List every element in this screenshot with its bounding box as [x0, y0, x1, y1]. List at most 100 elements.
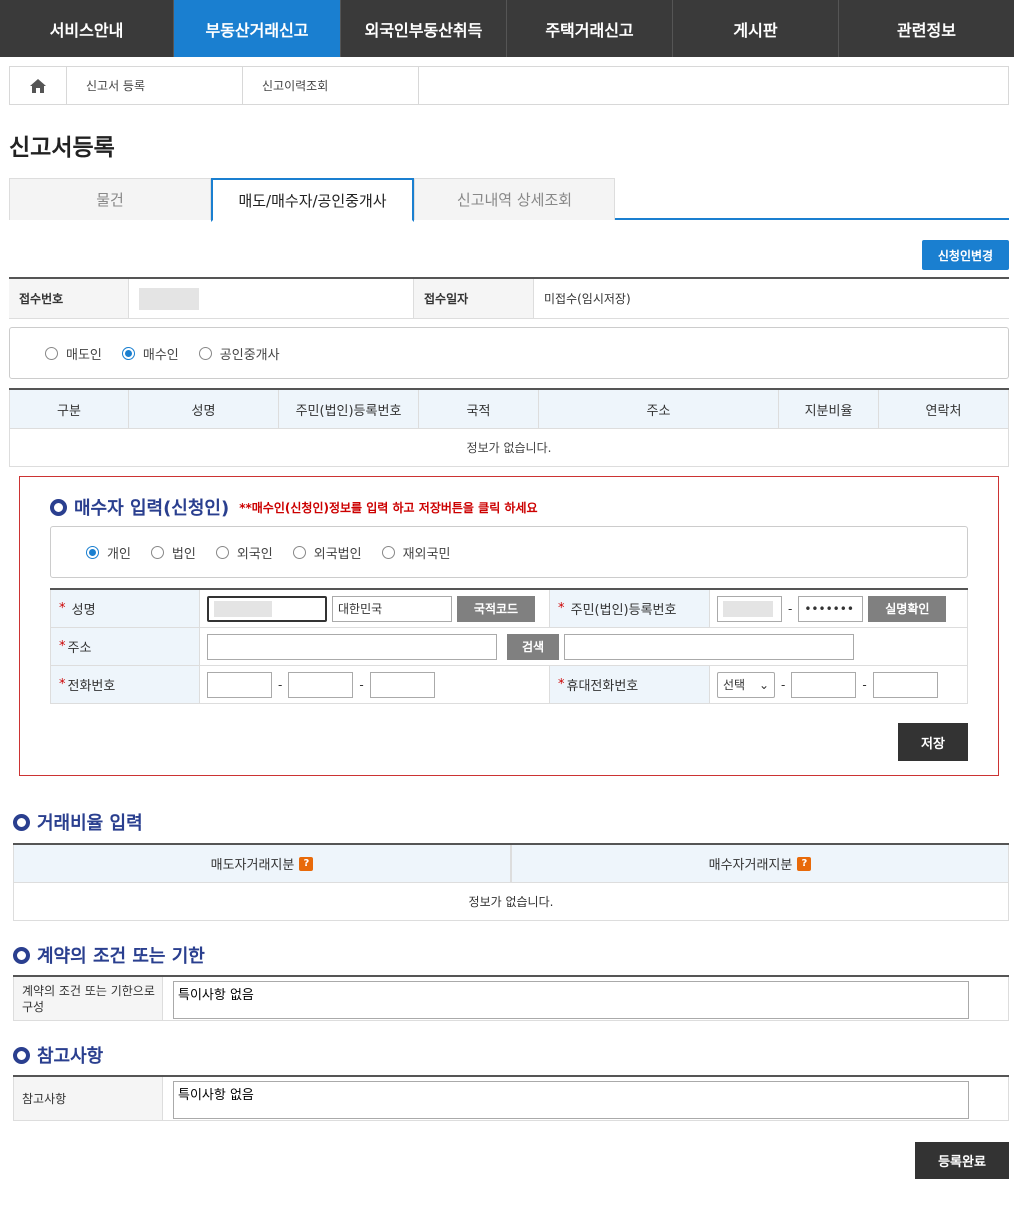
phone-part2-input[interactable] — [288, 671, 354, 698]
radio-selected-icon[interactable] — [121, 346, 135, 360]
circle-bullet-icon — [13, 1046, 30, 1064]
nav-item-realestate-report[interactable]: 부동산거래신고 — [174, 0, 341, 57]
role-buyer[interactable]: 매수인 — [121, 344, 179, 363]
buyer-share-header: 매수자거래지분? — [511, 845, 1009, 882]
nav-item-related[interactable]: 관련정보 — [839, 0, 1014, 57]
address-search-button[interactable]: 검색 — [507, 633, 559, 660]
notes-textarea[interactable]: 특이사항 없음 — [173, 1081, 969, 1119]
empty-message: 정보가 없습니다. — [13, 883, 1009, 921]
breadcrumb: 신고서 등록 신고이력조회 — [9, 66, 1009, 105]
nationality-code-button[interactable]: 국적코드 — [457, 595, 535, 622]
notes-section-title: 참고사항 — [13, 1042, 103, 1068]
circle-bullet-icon — [13, 946, 30, 964]
receipt-number-value — [129, 279, 414, 318]
person-type-corporation[interactable]: 법인 — [150, 543, 196, 562]
radio-selected-icon[interactable] — [86, 545, 99, 559]
empty-message: 정보가 없습니다. — [9, 429, 1009, 467]
circle-bullet-icon — [13, 813, 30, 831]
party-table: 구분 성명 주민(법인)등록번호 국적 주소 지분비율 연락처 정보가 없습니다… — [9, 388, 1009, 467]
address-detail-input[interactable] — [564, 633, 854, 660]
radio-icon[interactable] — [215, 545, 229, 559]
mobile-cell: 선택 ⌄ - - — [710, 666, 968, 703]
tab-property[interactable]: 물건 — [9, 178, 211, 220]
terms-section-title: 계약의 조건 또는 기한 — [13, 942, 205, 968]
radio-icon[interactable] — [381, 545, 395, 559]
nationality-input[interactable]: 대한민국 — [332, 595, 452, 622]
person-type-label: 재외국민 — [402, 546, 451, 562]
breadcrumb-item-history[interactable]: 신고이력조회 — [243, 67, 419, 104]
address-input[interactable] — [207, 633, 497, 660]
col-header: 지분비율 — [779, 390, 879, 428]
person-type-label: 외국인 — [236, 546, 273, 562]
verify-name-button[interactable]: 실명확인 — [868, 595, 947, 622]
tab-parties[interactable]: 매도/매수자/공인중개사 — [211, 178, 414, 222]
col-header: 주민(법인)등록번호 — [279, 390, 419, 428]
receipt-date-value: 미접수(임시저장) — [544, 292, 631, 306]
notes-row: 참고사항 특이사항 없음 — [13, 1075, 1009, 1121]
person-type-foreign-corp[interactable]: 외국법인 — [292, 543, 362, 562]
person-type-label: 법인 — [171, 546, 196, 562]
mobile-prefix-select[interactable]: 선택 ⌄ — [717, 671, 775, 698]
phone-part3-input[interactable] — [369, 671, 435, 698]
save-button[interactable]: 저장 — [898, 723, 968, 761]
nav-item-service[interactable]: 서비스안내 — [0, 0, 174, 57]
dash: - — [862, 677, 867, 692]
buyer-form: * 성명 대한민국 국적코드 * 주민(법인)등록번호 - ••••••• 실명… — [50, 588, 968, 704]
col-header: 국적 — [419, 390, 539, 428]
nav-item-board[interactable]: 게시판 — [673, 0, 839, 57]
notes-label: 참고사항 — [13, 1077, 163, 1120]
home-icon[interactable] — [10, 67, 67, 104]
submit-button[interactable]: 등록완료 — [915, 1142, 1009, 1179]
radio-icon[interactable] — [150, 545, 164, 559]
receipt-number-label: 접수번호 — [9, 279, 129, 318]
phone-cell: - - — [200, 666, 550, 703]
rrn-label: * 주민(법인)등록번호 — [550, 590, 710, 627]
radio-icon[interactable] — [45, 346, 58, 360]
role-broker[interactable]: 공인중개사 — [198, 344, 280, 363]
nav-item-foreigner[interactable]: 외국인부동산취득 — [341, 0, 507, 57]
col-header: 성명 — [129, 390, 279, 428]
help-icon[interactable]: ? — [299, 856, 314, 871]
rrn-front-input[interactable] — [717, 595, 782, 622]
chevron-down-icon: ⌄ — [758, 677, 769, 692]
help-icon[interactable]: ? — [797, 856, 812, 871]
buyer-hint: **매수인(신청인)정보를 입력 하고 저장버튼을 클릭 하세요 — [239, 500, 538, 515]
person-type-selector: 개인 법인 외국인 외국법인 재외국민 — [50, 526, 968, 578]
role-broker-label: 공인중개사 — [219, 347, 280, 363]
person-type-label: 개인 — [107, 546, 131, 562]
address-cell: 검색 — [200, 628, 968, 665]
rrn-cell: - ••••••• 실명확인 — [710, 590, 968, 627]
dash: - — [278, 677, 283, 692]
change-applicant-button[interactable]: 신청인변경 — [922, 240, 1009, 270]
role-seller[interactable]: 매도인 — [45, 344, 102, 363]
person-type-individual[interactable]: 개인 — [86, 543, 131, 562]
phone-part1-input[interactable] — [207, 671, 272, 698]
buyer-section-title: 매수자 입력(신청인) **매수인(신청인)정보를 입력 하고 저장버튼을 클릭… — [50, 494, 538, 520]
terms-textarea[interactable]: 특이사항 없음 — [173, 981, 969, 1019]
person-type-overseas-korean[interactable]: 재외국민 — [381, 543, 451, 562]
address-label: * 주소 — [50, 628, 200, 665]
terms-label: 계약의 조건 또는 기한으로 구성 — [13, 977, 163, 1020]
person-type-foreigner[interactable]: 외국인 — [215, 543, 273, 562]
name-cell: 대한민국 국적코드 — [200, 590, 550, 627]
rrn-back-input[interactable]: ••••••• — [798, 595, 864, 622]
name-label: * 성명 — [50, 590, 200, 627]
ratio-table: 매도자거래지분? 매수자거래지분? 정보가 없습니다. — [13, 843, 1009, 921]
seller-share-header: 매도자거래지분? — [13, 845, 511, 882]
tab-bar: 물건 매도/매수자/공인중개사 신고내역 상세조회 — [9, 178, 1009, 222]
terms-row: 계약의 조건 또는 기한으로 구성 특이사항 없음 — [13, 975, 1009, 1021]
mobile-part3-input[interactable] — [872, 671, 938, 698]
radio-icon[interactable] — [198, 346, 212, 360]
radio-icon[interactable] — [292, 545, 306, 559]
phone-label: * 전화번호 — [50, 666, 200, 703]
receipt-date-label: 접수일자 — [414, 279, 534, 318]
mobile-label: * 휴대전화번호 — [550, 666, 710, 703]
name-input[interactable] — [207, 595, 327, 622]
dash: - — [788, 601, 793, 616]
nav-item-housing[interactable]: 주택거래신고 — [507, 0, 673, 57]
breadcrumb-item-register[interactable]: 신고서 등록 — [67, 67, 243, 104]
col-header: 구분 — [9, 390, 129, 428]
mobile-part2-input[interactable] — [791, 671, 857, 698]
receipt-info: 접수번호 접수일자 미접수(임시저장) — [9, 277, 1009, 319]
tab-detail[interactable]: 신고내역 상세조회 — [414, 178, 615, 220]
